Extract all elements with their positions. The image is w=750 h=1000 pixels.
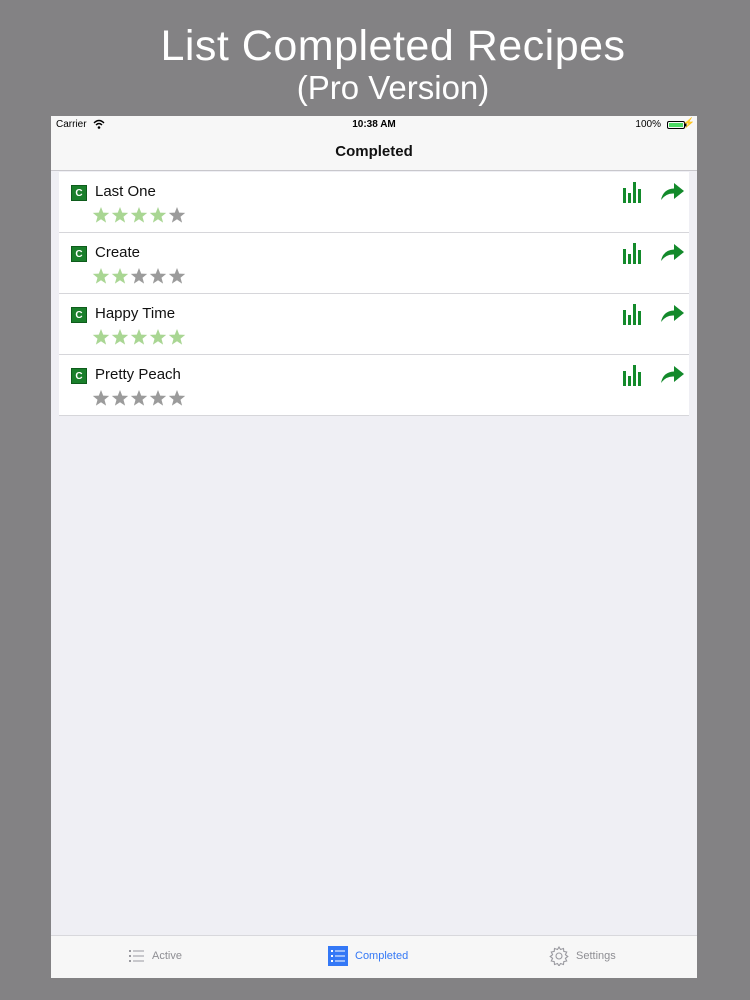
star-filled-icon[interactable]: [130, 206, 148, 224]
star-filled-icon[interactable]: [92, 267, 110, 285]
star-empty-icon[interactable]: [168, 389, 186, 407]
charging-bolt-icon: ⚡: [682, 118, 695, 129]
tab-completed[interactable]: Completed: [321, 936, 461, 978]
bar-chart-icon[interactable]: [621, 363, 645, 387]
recipe-name: Last One: [95, 183, 156, 200]
tab-active-label: Active: [152, 950, 182, 962]
share-arrow-icon[interactable]: [659, 180, 685, 204]
promo-subtitle: (Pro Version): [296, 69, 490, 106]
recipe-row[interactable]: C Happy Time: [59, 294, 689, 355]
bar-chart-icon[interactable]: [621, 302, 645, 326]
completed-badge: C: [71, 307, 87, 323]
device-screen: Carrier 10:38 AM 100% ⚡ Completed C Last …: [51, 116, 697, 978]
share-arrow-icon[interactable]: [659, 363, 685, 387]
recipe-name: Create: [95, 244, 141, 261]
share-arrow-icon[interactable]: [659, 302, 685, 326]
star-rating[interactable]: [92, 389, 187, 409]
star-filled-icon[interactable]: [92, 328, 110, 346]
star-empty-icon[interactable]: [168, 267, 186, 285]
star-filled-icon[interactable]: [111, 267, 129, 285]
star-empty-icon[interactable]: [149, 389, 167, 407]
tab-settings[interactable]: Settings: [541, 936, 681, 978]
star-empty-icon[interactable]: [111, 389, 129, 407]
star-empty-icon[interactable]: [92, 389, 110, 407]
navigation-bar: Completed: [51, 134, 697, 171]
bar-chart-icon[interactable]: [621, 241, 645, 265]
star-rating[interactable]: [92, 267, 187, 287]
promo-title: List Completed Recipes: [160, 22, 626, 70]
recipe-row[interactable]: C Create: [59, 233, 689, 294]
star-rating[interactable]: [92, 328, 187, 348]
star-empty-icon[interactable]: [130, 389, 148, 407]
tab-settings-label: Settings: [576, 950, 616, 962]
list-icon: [129, 950, 144, 962]
star-rating[interactable]: [92, 206, 187, 226]
star-filled-icon[interactable]: [111, 328, 129, 346]
completed-badge: C: [71, 246, 87, 262]
nav-title: Completed: [335, 143, 413, 160]
star-empty-icon[interactable]: [149, 267, 167, 285]
battery-percent: 100%: [635, 119, 661, 130]
recipe-row[interactable]: C Pretty Peach: [59, 355, 689, 416]
star-filled-icon[interactable]: [111, 206, 129, 224]
completed-badge: C: [71, 368, 87, 384]
bar-chart-icon[interactable]: [621, 180, 645, 204]
star-empty-icon[interactable]: [130, 267, 148, 285]
status-bar: Carrier 10:38 AM 100% ⚡: [51, 116, 697, 134]
star-filled-icon[interactable]: [149, 328, 167, 346]
list-icon: [328, 946, 348, 966]
recipe-name: Pretty Peach: [95, 366, 181, 383]
share-arrow-icon[interactable]: [659, 241, 685, 265]
tab-active[interactable]: Active: [121, 936, 261, 978]
recipe-name: Happy Time: [95, 305, 176, 322]
star-filled-icon[interactable]: [130, 328, 148, 346]
tab-completed-label: Completed: [355, 950, 409, 962]
status-time: 10:38 AM: [352, 119, 396, 130]
completed-badge: C: [71, 185, 87, 201]
recipe-row[interactable]: C Last One: [59, 172, 689, 233]
tab-bar: Active Completed Settings: [51, 935, 697, 978]
star-filled-icon[interactable]: [92, 206, 110, 224]
star-filled-icon[interactable]: [168, 328, 186, 346]
star-filled-icon[interactable]: [149, 206, 167, 224]
gear-icon: [549, 946, 569, 966]
recipe-list: C Last One C Create C Happy Time C Pretty Peach: [59, 172, 689, 416]
star-empty-icon[interactable]: [168, 206, 186, 224]
